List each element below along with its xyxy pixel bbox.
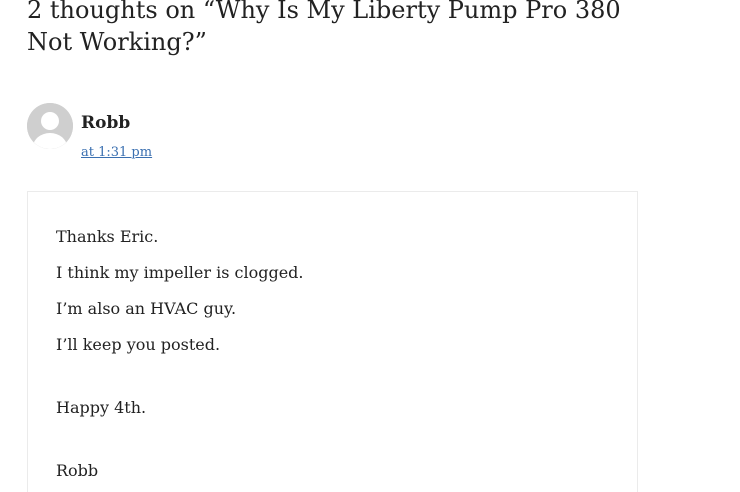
comment-line: Happy 4th. (56, 398, 147, 417)
avatar-silhouette (27, 103, 73, 149)
comment-signature: Robb (56, 461, 99, 480)
comment-content: Thanks Eric. I think my impeller is clog… (27, 191, 638, 492)
comments-title: 2 thoughts on “Why Is My Liberty Pump Pr… (27, 0, 621, 56)
comment-author-name: Robb (81, 113, 131, 133)
comment-line: I’m also an HVAC guy. (56, 299, 237, 318)
comment-meta: Robb at 1:31 pm (27, 103, 427, 167)
comment-line: I think my impeller is clogged. (56, 263, 304, 282)
default-avatar-icon (27, 103, 73, 149)
comment-line: Thanks Eric. (56, 227, 159, 246)
comment-time-link[interactable]: at 1:31 pm (81, 144, 152, 162)
comment-line: I’ll keep you posted. (56, 335, 221, 354)
